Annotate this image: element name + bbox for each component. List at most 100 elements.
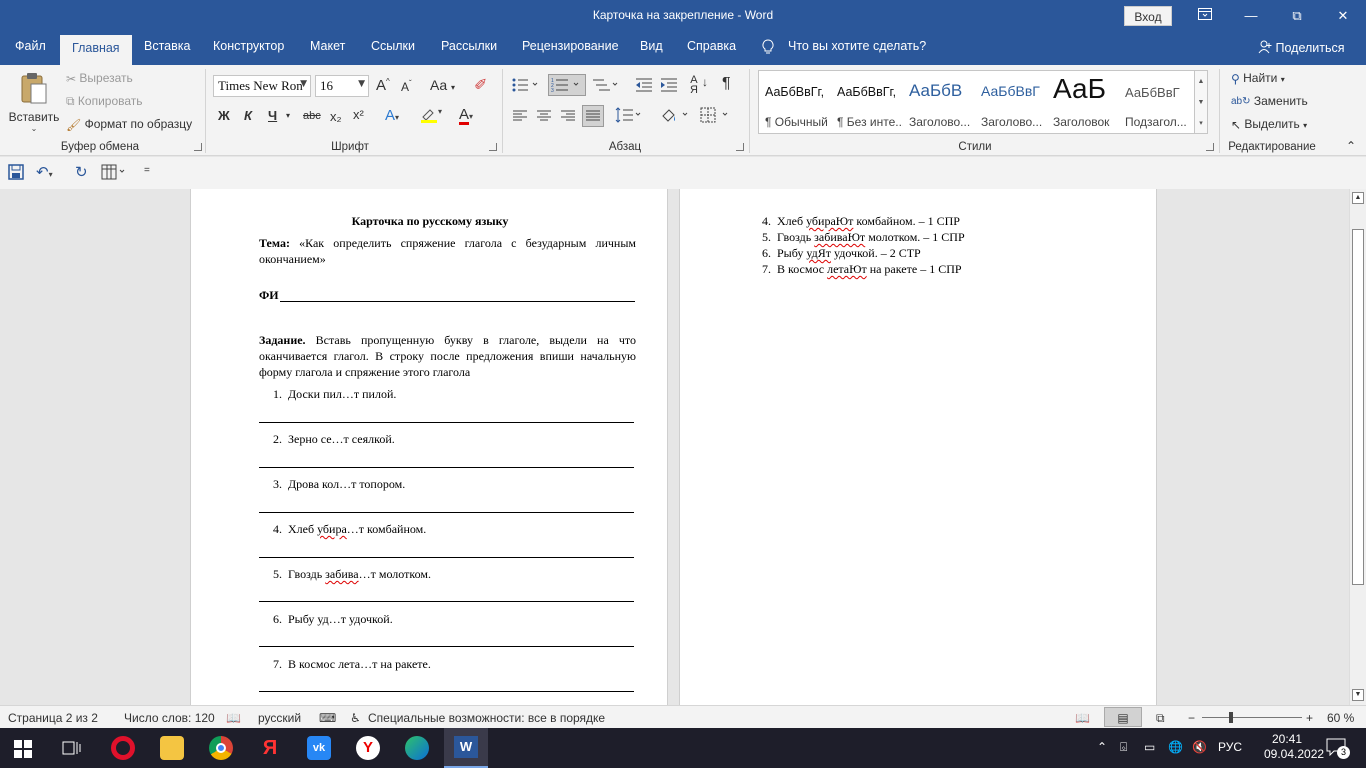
table-icon[interactable] [101,164,127,183]
yandex-browser-icon[interactable]: Y [356,736,380,760]
word-taskbar-button[interactable]: W [444,728,488,768]
strikethrough-button[interactable]: abc [303,110,321,122]
align-center-icon[interactable] [536,109,552,126]
styles-launcher-icon[interactable] [1206,143,1214,151]
accessibility-status[interactable]: Специальные возможности: все в порядке [368,711,605,725]
volume-icon[interactable]: 🔇 [1192,740,1207,754]
font-size-combo[interactable]: 16 ▼ [315,75,369,97]
style-no-spacing[interactable]: АаБбВвГг, ¶ Без инте... [831,71,903,133]
change-case-icon[interactable]: Aa ▾ [430,77,455,93]
style-subtitle[interactable]: АаБбВвГ Подзагол... [1119,71,1191,133]
save-icon[interactable] [8,164,24,183]
zoom-slider-thumb[interactable] [1229,712,1233,723]
proofing-icon[interactable]: 📖 [226,711,241,725]
style-heading-1[interactable]: АаБбВ Заголово... [903,71,975,133]
network-icon[interactable]: 🌐 [1168,740,1183,754]
sort-icon[interactable]: A Я ↓ [690,75,708,96]
collapse-ribbon-icon[interactable]: ⌃ [1346,139,1356,153]
format-painter-button[interactable]: 🖌 Формат по образцу [66,117,192,132]
tray-app-icon[interactable]: ⌺ [1120,740,1127,755]
cut-button[interactable]: ✂ Вырезать [66,71,133,86]
numbering-icon[interactable]: 123 [548,74,586,96]
find-button[interactable]: ⚲ Найти ▾ [1231,71,1285,86]
ribbon-display-options-icon[interactable] [1182,0,1228,31]
subscript-button[interactable]: x₂ [330,109,342,124]
style-normal[interactable]: АаБбВвГг, ¶ Обычный [759,71,831,133]
superscript-button[interactable]: x² [353,107,364,122]
zoom-in-button[interactable]: + [1306,711,1313,725]
copy-button[interactable]: ⧉ Копировать [66,94,143,109]
scroll-thumb[interactable] [1352,229,1364,585]
notifications-icon[interactable]: 3 [1326,738,1350,759]
font-launcher-icon[interactable] [489,143,497,151]
clock[interactable]: 20:41 09.04.2022 [1264,732,1324,762]
tab-file[interactable]: Файл [15,39,46,53]
justify-icon[interactable] [582,105,604,127]
edge-icon[interactable] [405,736,429,760]
shrink-font-icon[interactable]: Aˇ [401,79,412,94]
highlighter-icon[interactable]: ▾ [420,107,442,126]
close-button[interactable]: ✕ [1320,0,1366,31]
task-view-icon[interactable] [62,739,82,760]
keyboard-icon[interactable]: ⌨ [319,711,336,725]
tab-insert[interactable]: Вставка [144,39,190,53]
multilevel-list-icon[interactable] [592,77,620,96]
redo-icon[interactable]: ↻ [75,163,88,181]
scroll-up-icon[interactable]: ▲ [1352,192,1364,204]
align-left-icon[interactable] [512,109,528,126]
shading-icon[interactable] [660,107,690,126]
style-title[interactable]: АаБ Заголовок [1047,71,1119,133]
vertical-scrollbar[interactable]: ▲ ▼ [1349,189,1366,705]
select-button[interactable]: ↖ Выделить ▾ [1231,117,1307,132]
restore-button[interactable]: ⧉ [1274,0,1320,31]
align-right-icon[interactable] [560,109,576,126]
clear-formatting-icon[interactable]: ✐ [474,75,487,95]
show-formatting-button[interactable]: ¶ [722,75,731,93]
increase-indent-icon[interactable] [660,77,678,96]
tab-review[interactable]: Рецензирование [522,39,619,53]
signin-button[interactable]: Вход [1124,6,1172,26]
yandex-icon[interactable]: Я [258,736,282,760]
text-effects-icon[interactable]: A▾ [385,107,399,124]
minimize-button[interactable]: — [1228,0,1274,31]
font-name-combo[interactable]: Times New Ron ▼ [213,75,311,97]
customize-toolbar-icon[interactable]: = [144,165,150,176]
paste-button[interactable]: Вставить ⌄ [8,71,60,137]
chrome-icon[interactable] [209,736,233,760]
page-count[interactable]: Страница 2 из 2 [8,711,98,725]
language[interactable]: русский [258,711,301,725]
paragraph-launcher-icon[interactable] [736,143,744,151]
accessibility-icon[interactable]: ♿ [350,711,361,725]
paste-dropdown-icon[interactable]: ⌄ [8,124,60,133]
font-color-icon[interactable]: A▾ [459,106,473,125]
bullets-icon[interactable] [512,77,540,96]
tab-mailings[interactable]: Рассылки [441,39,497,53]
italic-button[interactable]: К [244,108,252,123]
vk-icon[interactable]: vk [307,736,331,760]
scroll-down-icon[interactable]: ▼ [1352,689,1364,701]
tab-help[interactable]: Справка [687,39,736,53]
file-explorer-icon[interactable] [160,736,184,760]
tell-me-search[interactable]: Что вы хотите сделать? [788,39,926,53]
borders-icon[interactable] [700,107,730,126]
share-button[interactable]: Поделиться [1258,40,1345,55]
windows-start-icon[interactable] [14,740,32,761]
opera-icon[interactable] [111,736,135,760]
chevron-down-icon[interactable]: ▾ [286,111,290,120]
tab-home[interactable]: Главная [60,35,132,65]
underline-button[interactable]: Ч [268,108,277,123]
web-layout-icon[interactable]: ⧉ [1156,711,1165,726]
word-count[interactable]: Число слов: 120 [124,711,215,725]
tray-chevron-icon[interactable]: ⌃ [1097,740,1107,754]
tab-layout[interactable]: Макет [310,39,345,53]
zoom-level[interactable]: 60 % [1327,711,1354,725]
battery-icon[interactable]: ▭ [1144,740,1155,754]
input-language[interactable]: РУС [1218,740,1242,754]
grow-font-icon[interactable]: A^ [376,77,390,94]
tab-view[interactable]: Вид [640,39,663,53]
zoom-slider-track[interactable] [1202,717,1302,718]
styles-scroll[interactable]: ▲ ▼ ▾ [1194,70,1208,134]
line-spacing-icon[interactable] [615,107,643,126]
tab-references[interactable]: Ссылки [371,39,415,53]
read-mode-icon[interactable]: 📖 [1075,711,1090,725]
